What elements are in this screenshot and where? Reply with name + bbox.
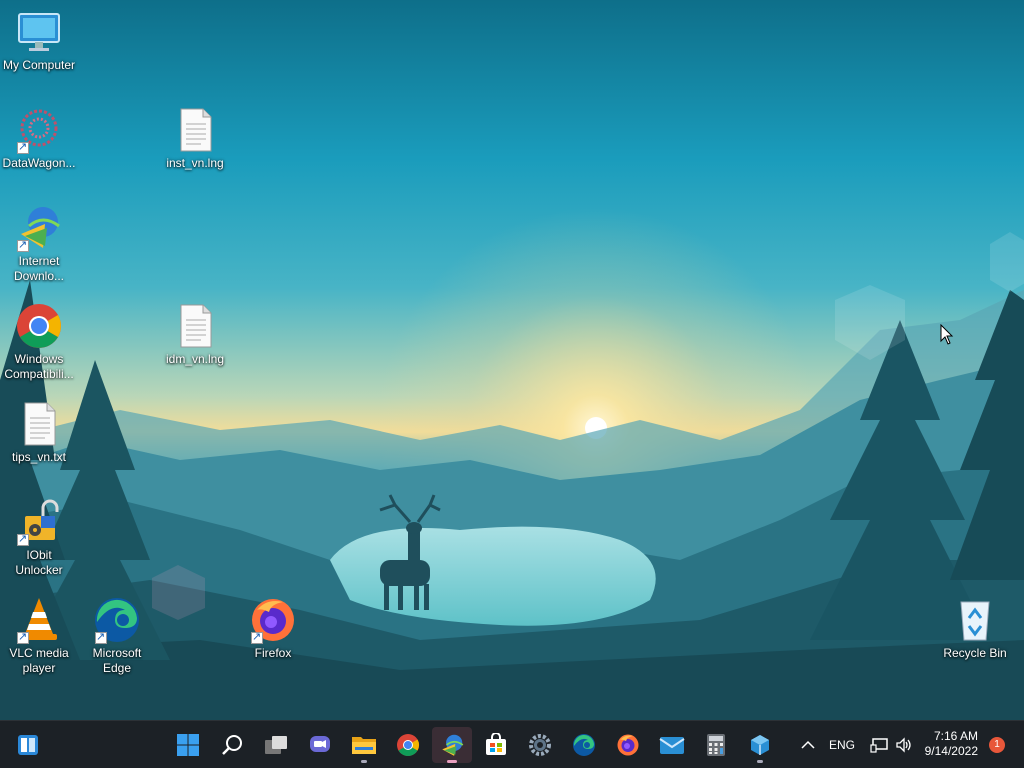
text-file-icon xyxy=(171,302,219,350)
running-indicator xyxy=(447,760,457,763)
monitor-icon xyxy=(15,8,63,56)
desktop-icon-label: idm_vn.lng xyxy=(165,352,225,366)
desktop[interactable]: My Computer DataWagon... inst_vn.lng Int… xyxy=(0,0,1024,720)
desktop-icon-label: Microsoft Edge xyxy=(92,646,142,675)
firefox-button[interactable] xyxy=(608,727,648,763)
shortcut-arrow-icon xyxy=(17,532,29,547)
search-icon xyxy=(222,735,242,755)
chrome-icon xyxy=(397,734,419,756)
desktop-icon-iobit-unlocker[interactable]: IObit Unlocker xyxy=(0,498,78,578)
network-icon xyxy=(870,738,888,753)
search-button[interactable] xyxy=(212,727,252,763)
shortcut-arrow-icon xyxy=(17,238,29,253)
firefox-icon xyxy=(617,734,639,756)
store-icon xyxy=(486,733,506,755)
desktop-icon-label: Recycle Bin xyxy=(943,646,1007,660)
chat-button[interactable] xyxy=(300,727,340,763)
desktop-icon-firefox[interactable]: Firefox xyxy=(234,596,312,661)
recycle-bin-icon xyxy=(951,596,999,644)
calculator-icon xyxy=(707,734,725,756)
language-indicator[interactable]: ENG xyxy=(826,721,858,768)
app-cube-button[interactable] xyxy=(740,727,780,763)
text-file-icon xyxy=(15,400,63,448)
desktop-icon-label: My Computer xyxy=(2,58,76,72)
desktop-icon-label: VLC media player xyxy=(9,646,69,675)
start-button[interactable] xyxy=(168,727,208,763)
shortcut-arrow-icon xyxy=(251,630,263,645)
desktop-icon-my-computer[interactable]: My Computer xyxy=(0,8,78,73)
desktop-icon-datawagon[interactable]: DataWagon... xyxy=(0,106,78,171)
settings-icon xyxy=(529,734,551,756)
desktop-icon-inst-vn-lng[interactable]: inst_vn.lng xyxy=(156,106,234,171)
shortcut-arrow-icon xyxy=(95,630,107,645)
volume-icon xyxy=(896,737,911,753)
task-view-icon xyxy=(265,736,287,754)
volume-button[interactable] xyxy=(892,721,916,768)
show-desktop-button[interactable] xyxy=(8,727,48,763)
store-button[interactable] xyxy=(476,727,516,763)
calculator-button[interactable] xyxy=(696,727,736,763)
edge-button[interactable] xyxy=(564,727,604,763)
chevron-up-icon xyxy=(801,740,815,749)
running-indicator xyxy=(361,760,367,763)
edge-icon xyxy=(93,596,141,645)
chrome-button[interactable] xyxy=(388,727,428,763)
desktop-icon-label: IObit Unlocker xyxy=(15,548,63,577)
edge-icon xyxy=(573,734,595,756)
shortcut-arrow-icon xyxy=(17,630,29,645)
language-label: ENG xyxy=(828,738,855,752)
datawagon-icon xyxy=(15,106,63,155)
taskbar: ENG 7:16 AM 9/14/2022 1 xyxy=(0,720,1024,768)
mail-icon xyxy=(659,737,685,754)
running-indicator xyxy=(757,760,763,763)
windows-start-icon xyxy=(177,734,199,756)
desktop-icon-label: inst_vn.lng xyxy=(166,156,224,170)
mail-button[interactable] xyxy=(652,727,692,763)
shortcut-arrow-icon xyxy=(17,140,29,155)
firefox-icon xyxy=(249,596,297,645)
clock-time: 7:16 AM xyxy=(933,729,978,743)
vlc-icon xyxy=(15,596,63,645)
show-hidden-icons-button[interactable] xyxy=(796,721,820,768)
desktop-icon-idm-vn-lng[interactable]: idm_vn.lng xyxy=(156,302,234,367)
desktop-icon-recycle-bin[interactable]: Recycle Bin xyxy=(936,596,1014,661)
widgets-icon xyxy=(18,735,38,755)
desktop-icon-vlc-media-player[interactable]: VLC media player xyxy=(0,596,78,676)
settings-button[interactable] xyxy=(520,727,560,763)
idm-icon xyxy=(442,734,464,756)
idm-button[interactable] xyxy=(432,727,472,763)
unlocker-icon xyxy=(15,498,63,547)
task-view-button[interactable] xyxy=(256,727,296,763)
chat-icon xyxy=(310,736,330,752)
chrome-icon xyxy=(15,302,63,350)
desktop-icon-label: Internet Downlo... xyxy=(13,254,65,283)
clock[interactable]: 7:16 AM 9/14/2022 xyxy=(925,729,978,759)
file-explorer-icon xyxy=(352,737,376,754)
desktop-icon-label: Windows Compatibili... xyxy=(4,352,74,381)
clock-date: 9/14/2022 xyxy=(924,744,978,758)
desktop-icon-microsoft-edge[interactable]: Microsoft Edge xyxy=(78,596,156,676)
network-button[interactable] xyxy=(868,721,890,768)
app-cube-icon xyxy=(751,735,769,755)
desktop-icon-windows-compatibility[interactable]: Windows Compatibili... xyxy=(0,302,78,382)
mouse-cursor-icon xyxy=(940,324,954,345)
desktop-icon-label: DataWagon... xyxy=(2,156,76,170)
desktop-icon-tips-vn-txt[interactable]: tips_vn.txt xyxy=(0,400,78,465)
text-file-icon xyxy=(171,106,219,154)
idm-icon xyxy=(15,204,63,253)
desktop-icon-label: tips_vn.txt xyxy=(11,450,67,464)
notification-badge[interactable]: 1 xyxy=(989,737,1005,753)
desktop-icon-internet-download-manager[interactable]: Internet Downlo... xyxy=(0,204,78,284)
file-explorer-button[interactable] xyxy=(344,727,384,763)
desktop-icon-label: Firefox xyxy=(254,646,292,660)
